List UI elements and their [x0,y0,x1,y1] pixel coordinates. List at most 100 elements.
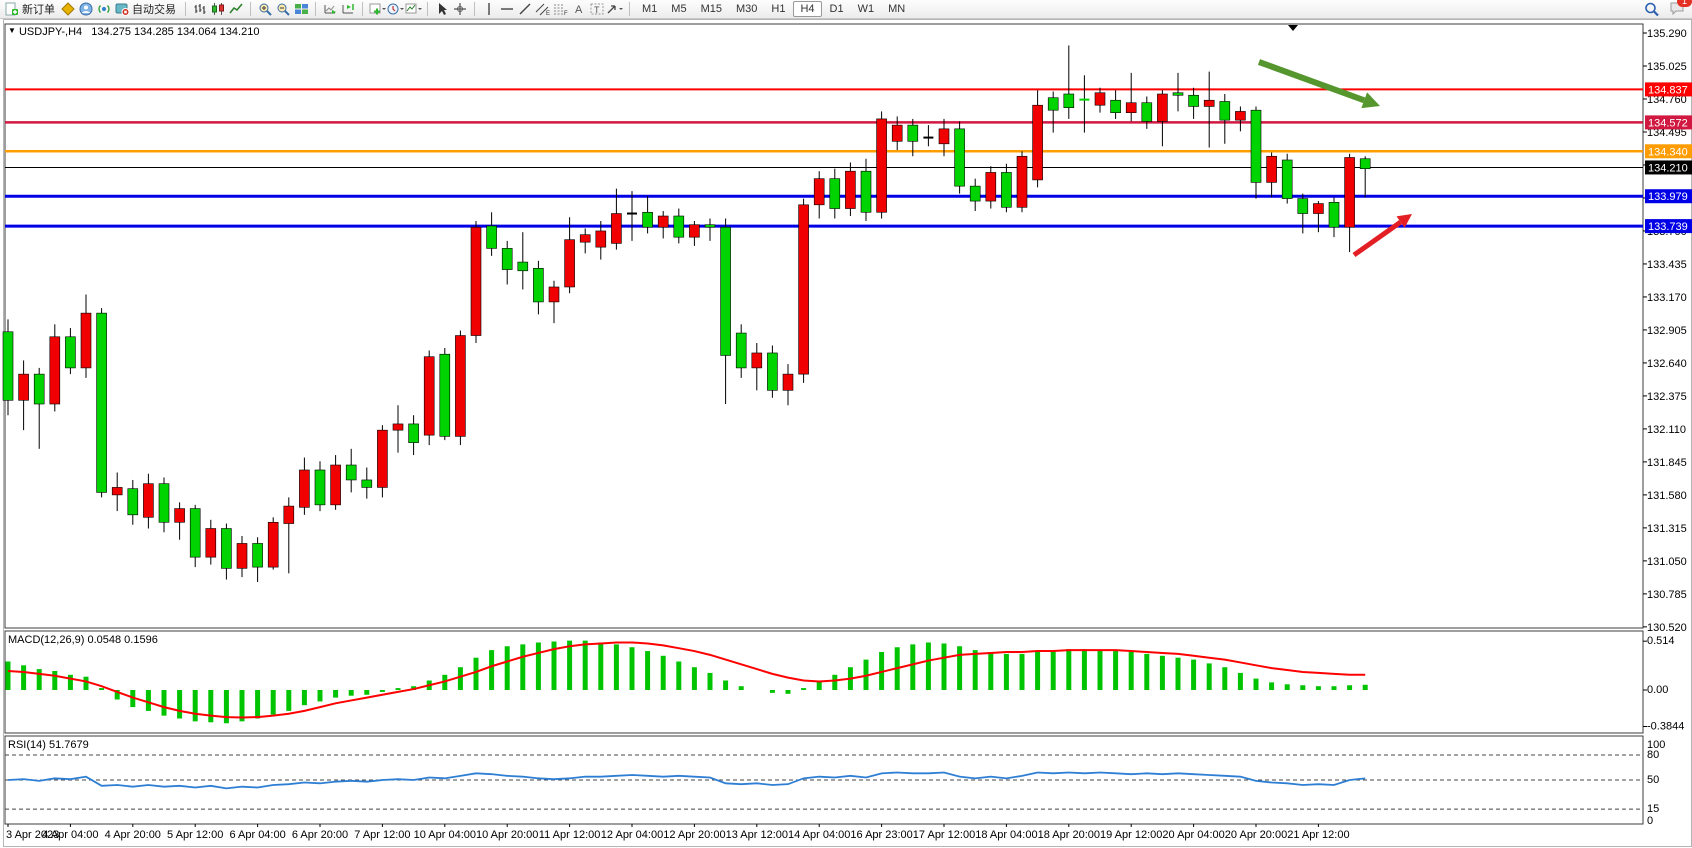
candle-body [1142,103,1152,122]
price-axis-label: 131.845 [1647,457,1687,469]
fibonacci-tool-icon[interactable]: F [552,1,570,17]
candle-body [409,424,419,443]
candle-body [1251,110,1261,182]
trendline-tool-icon[interactable] [516,1,534,17]
candle-body [549,287,559,302]
zoom-in-icon[interactable] [256,1,274,17]
main-toolbar: 新订单 自动交易 [0,0,1692,19]
candle-body [315,470,325,505]
timeframe-M5[interactable]: M5 [665,1,692,17]
cursor-icon[interactable] [433,1,451,17]
candle-body [939,129,949,144]
search-icon[interactable] [1643,1,1661,17]
horizontal-line-tool-icon[interactable] [498,1,516,17]
candle-body [518,262,528,271]
bar-chart-icon[interactable] [191,1,209,17]
timeframe-D1[interactable]: D1 [824,1,850,17]
time-axis-label: 18 Apr 20:00 [1038,829,1100,841]
crosshair-icon[interactable] [451,1,469,17]
svg-text:F: F [564,11,568,16]
timeframe-W1[interactable]: W1 [852,1,881,17]
candle-body [643,212,653,227]
timeframe-H1[interactable]: H1 [765,1,791,17]
text-tool-icon[interactable]: A [570,1,588,17]
notification-badge: 1 [1677,0,1692,7]
candle-body [861,171,871,212]
candle-body [736,333,746,368]
macd-indicator-label: MACD(12,26,9) 0.0548 0.1596 [8,634,158,646]
candle-body [471,227,481,335]
periods-clock-icon[interactable] [386,1,404,17]
vertical-line-tool-icon[interactable] [480,1,498,17]
label-tool-icon[interactable]: T [588,1,606,17]
notifications-chat[interactable]: 1 [1669,0,1686,18]
candle-body [253,543,263,567]
candle-body [128,489,138,515]
candle-body [1282,160,1292,199]
candle-body [1001,172,1011,207]
candle-body [362,480,372,487]
candle-body [1048,98,1058,110]
price-axis-label: 133.170 [1647,292,1687,304]
candle-body [143,484,153,518]
price-axis-label: 131.050 [1647,556,1687,568]
profile-icon[interactable] [77,1,95,17]
add-indicator-icon[interactable] [368,1,386,17]
price-axis-label: 130.520 [1647,622,1687,634]
candle-body [721,227,731,355]
time-axis-label: 4 Apr 20:00 [105,829,161,841]
price-chart[interactable]: 135.290135.025134.760134.495134.230133.9… [0,0,1692,848]
candle-body [424,357,434,435]
timeframe-MN[interactable]: MN [882,1,911,17]
candle-body [1095,93,1105,105]
template-icon[interactable] [404,1,422,17]
svg-text:T: T [594,5,600,15]
candle-body [159,484,169,523]
rsi-indicator-label: RSI(14) 51.7679 [8,739,89,751]
price-axis-label: 132.640 [1647,358,1687,370]
candle-body [299,470,309,507]
market-icon[interactable] [59,1,77,17]
price-badge-label: 134.340 [1648,146,1688,158]
candle-body [65,337,75,368]
candle-body [81,313,91,368]
time-axis-label: 10 Apr 04:00 [414,829,476,841]
price-axis-label: 130.785 [1647,589,1687,601]
candle-body [1017,156,1027,207]
line-chart-icon[interactable] [227,1,245,17]
candlestick-chart-icon[interactable] [209,1,227,17]
candle-body [3,332,13,400]
auto-scroll-icon[interactable] [321,1,339,17]
time-axis-label: 12 Apr 04:00 [601,829,663,841]
candle-body [1126,103,1136,113]
tile-windows-icon[interactable] [292,1,310,17]
timeframe-H4[interactable]: H4 [793,1,821,17]
chart-shift-icon[interactable] [339,1,357,17]
candle-body [611,214,621,244]
autotrade-button[interactable]: 自动交易 [132,1,176,17]
timeframe-M30[interactable]: M30 [730,1,763,17]
candle-body [502,248,512,269]
time-axis-label: 20 Apr 20:00 [1225,829,1287,841]
macd-axis-label: 0.00 [1647,684,1668,696]
candle-body [112,487,122,494]
time-axis-label: 6 Apr 04:00 [229,829,285,841]
time-axis-label: 20 Apr 04:00 [1162,829,1224,841]
timeframe-M1[interactable]: M1 [636,1,663,17]
candle-body [1064,94,1074,108]
autotrade-icon[interactable] [113,1,131,17]
timeframe-M15[interactable]: M15 [695,1,728,17]
candle-body [767,353,777,390]
new-order-button[interactable]: 新订单 [22,1,55,17]
rsi-axis-label: 0 [1647,815,1653,827]
shapes-tool-icon[interactable] [606,1,624,17]
new-order-icon[interactable] [3,1,21,17]
time-axis-label: 12 Apr 20:00 [663,829,725,841]
time-axis-label: 13 Apr 12:00 [726,829,788,841]
candle-body [674,216,684,237]
zoom-out-icon[interactable] [274,1,292,17]
signal-icon[interactable] [95,1,113,17]
channel-tool-icon[interactable]: E [534,1,552,17]
mt4-terminal: 新订单 自动交易 [0,0,1692,848]
symbol-dropdown-toggle[interactable]: ▼ [8,26,16,35]
